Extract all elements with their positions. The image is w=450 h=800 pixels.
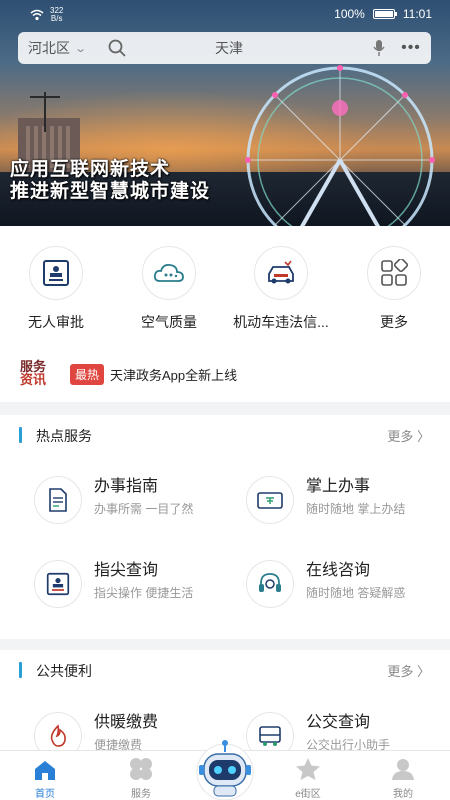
- section-title: 热点服务: [36, 428, 92, 444]
- battery-percent: 100%: [334, 7, 365, 21]
- search-icon[interactable]: [103, 39, 131, 57]
- more-link-label: 更多: [387, 664, 414, 679]
- card-subtitle: 办事所需 一目了然: [94, 502, 194, 516]
- robot-assistant-icon[interactable]: [192, 738, 258, 800]
- search-input[interactable]: 天津: [131, 38, 327, 58]
- news-ticker[interactable]: 服务 资讯 最热 天津政务App全新上线: [0, 354, 450, 394]
- banner-title: 应用互联网新技术 推进新型智慧城市建设: [10, 158, 310, 202]
- battery-icon: [372, 9, 397, 19]
- banner-crane: [44, 92, 46, 132]
- district-label: 河北区: [28, 40, 70, 56]
- service-card-bus-query[interactable]: 公交查询 公交出行小助手: [246, 706, 446, 750]
- banner-crane-arm: [30, 96, 60, 98]
- network-speed-unit: B/s: [50, 14, 63, 23]
- person-icon: [358, 751, 448, 781]
- home-icon: [0, 751, 90, 781]
- card-subtitle: 便捷缴费: [94, 738, 143, 750]
- quick-item-more[interactable]: 更多: [339, 246, 449, 332]
- card-subtitle: 公交出行小助手: [306, 738, 391, 750]
- more-link[interactable]: 更多 〉: [387, 661, 430, 680]
- banner-title-line2: 推进新型智慧城市建设: [10, 180, 211, 202]
- quick-item-air-quality[interactable]: 空气质量: [114, 246, 224, 332]
- card-title: 公交查询: [306, 714, 371, 731]
- wifi-icon: [30, 9, 44, 21]
- document-icon: [34, 476, 82, 524]
- quick-item-vehicle-violation[interactable]: 机动车违法信...: [226, 246, 336, 332]
- clover-icon: [96, 751, 186, 781]
- card-subtitle: 随时随地 掌上办结: [306, 502, 406, 516]
- service-card-guide[interactable]: 办事指南 办事所需 一目了然: [34, 470, 234, 530]
- section-accent-bar: [19, 662, 22, 678]
- car-icon: [254, 246, 308, 300]
- clock: 11:01: [402, 7, 432, 21]
- grid-more-icon: [367, 246, 421, 300]
- nav-mine[interactable]: 我的: [358, 751, 448, 800]
- section-header: 热点服务 更多 〉: [0, 415, 450, 455]
- section-accent-bar: [19, 427, 22, 443]
- nav-label: e街区: [295, 789, 321, 800]
- district-selector[interactable]: 河北区 ⌄: [28, 38, 103, 58]
- public-convenience-section: 公共便利 更多 〉 供暖缴费 便捷缴费 公交查询 公交出行小助手: [0, 650, 450, 750]
- section-header: 公共便利 更多 〉: [0, 650, 450, 690]
- banner-title-line1: 应用互联网新技术: [10, 158, 171, 180]
- quick-item-unmanned-approval[interactable]: 无人审批: [1, 246, 111, 332]
- star-icon: [263, 751, 353, 781]
- stamp-icon: [34, 560, 82, 608]
- chevron-right-icon: 〉: [416, 664, 430, 679]
- nav-home[interactable]: 首页: [0, 751, 90, 800]
- more-link-label: 更多: [387, 429, 414, 444]
- nav-e-block[interactable]: e街区: [263, 751, 353, 800]
- quick-item-label: 机动车违法信...: [233, 314, 329, 330]
- chevron-right-icon: 〉: [416, 429, 430, 444]
- card-subtitle: 指尖操作 便捷生活: [94, 586, 194, 600]
- card-title: 指尖查询: [94, 562, 159, 579]
- nav-services[interactable]: 服务: [96, 751, 186, 800]
- card-subtitle: 随时随地 答疑解惑: [306, 586, 406, 600]
- card-title: 供暖缴费: [94, 714, 159, 731]
- nav-label: 我的: [393, 789, 413, 800]
- quick-item-label: 更多: [380, 314, 408, 330]
- flame-icon: [34, 712, 82, 750]
- hot-tag-badge: 最热: [70, 363, 105, 385]
- card-title: 在线咨询: [306, 562, 371, 579]
- status-bar: 322 B/s 100% 11:01: [0, 0, 450, 30]
- news-headline[interactable]: 天津政务App全新上线: [110, 365, 237, 384]
- service-card-fingertip-query[interactable]: 指尖查询 指尖操作 便捷生活: [34, 554, 234, 614]
- service-card-online-consult[interactable]: 在线咨询 随时随地 答疑解惑: [246, 554, 446, 614]
- cloud-icon: [142, 246, 196, 300]
- card-icon: [246, 476, 294, 524]
- section-title: 公共便利: [36, 663, 92, 679]
- service-card-mobile-affairs[interactable]: 掌上办事 随时随地 掌上办结: [246, 470, 446, 530]
- logo-line2: 资讯: [20, 373, 47, 388]
- service-news-logo: 服务 资讯: [20, 361, 54, 387]
- hot-services-section: 热点服务 更多 〉 办事指南 办事所需 一目了然 掌上办事 随时随地 掌上办结 …: [0, 415, 450, 639]
- network-speed: 322 B/s: [50, 7, 63, 23]
- microphone-icon[interactable]: [367, 39, 391, 57]
- nav-label: 服务: [131, 789, 151, 800]
- quick-item-label: 空气质量: [141, 314, 197, 330]
- quick-item-label: 无人审批: [28, 314, 84, 330]
- stamp-icon: [29, 246, 83, 300]
- card-title: 掌上办事: [306, 478, 371, 495]
- card-title: 办事指南: [94, 478, 159, 495]
- quick-services: 无人审批 空气质量 机动车违法信... 更多 服务 资讯 最热 天津政务App全…: [0, 226, 450, 402]
- search-bar[interactable]: 河北区 ⌄ 天津 •••: [18, 32, 431, 64]
- chevron-down-icon: ⌄: [74, 42, 88, 55]
- nav-label: 首页: [35, 789, 55, 800]
- more-icon[interactable]: •••: [391, 39, 431, 57]
- headset-icon: [246, 560, 294, 608]
- more-link[interactable]: 更多 〉: [387, 426, 430, 445]
